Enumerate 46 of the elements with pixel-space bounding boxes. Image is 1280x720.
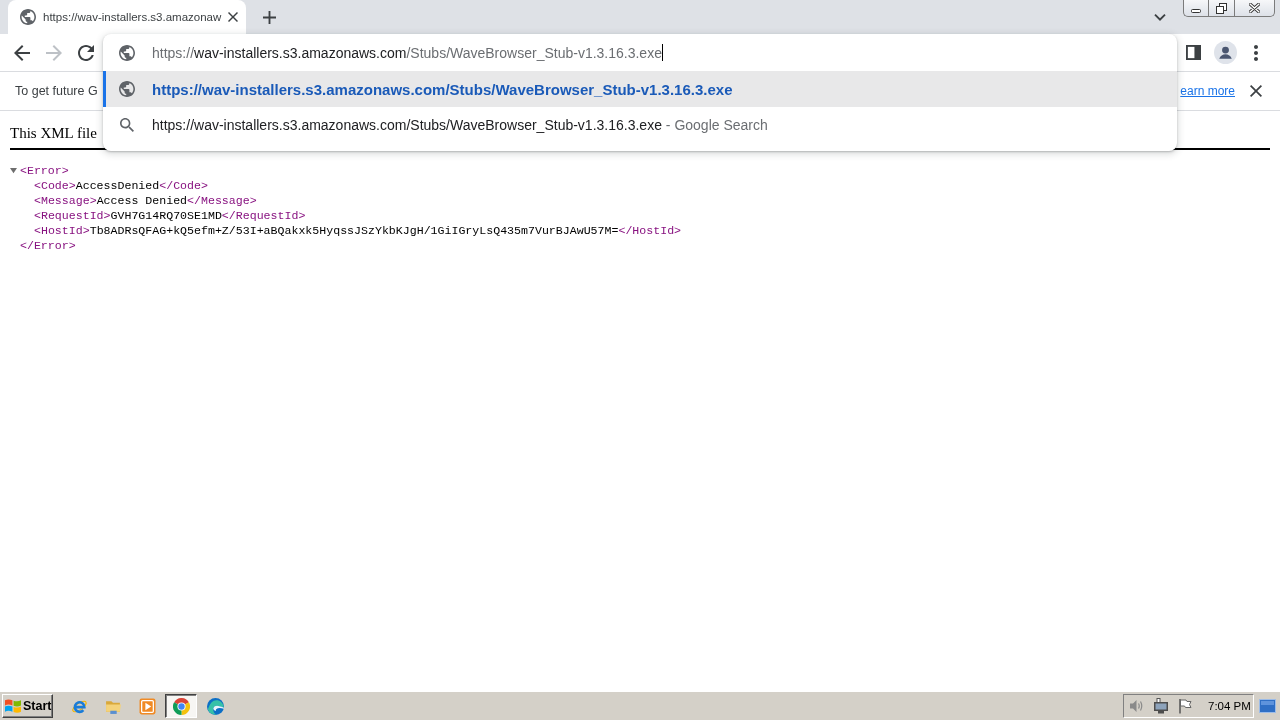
info-bar-message: To get future G [15, 84, 98, 98]
restore-icon [1216, 2, 1227, 14]
play-icon [138, 697, 156, 715]
suggestion-item[interactable]: https://wav-installers.s3.amazonaws.com/Stubs/WaveBrowser_Stub-v1.3.16.3.exe - Google Search [103, 107, 1177, 143]
clock[interactable]: 7:04 PM [1208, 700, 1251, 712]
back-arrow-icon [14, 44, 30, 61]
globe-icon [20, 9, 36, 25]
menu-icon [1254, 44, 1258, 61]
suggestion-item[interactable]: https://wav-installers.s3.amazonaws.com/Stubs/WaveBrowser_Stub-v1.3.16.3.exe [103, 71, 1177, 107]
xml-line: <Error> [20, 163, 69, 178]
xml-line: <HostId>Tb8ADRsQFAG+kQ5efm+Z/53I+aBQakxk5HyqssJSzYkbKJgH/1GiIGryLsQ435m7VurBJAwU57M=</HostId> [34, 224, 682, 237]
restore-button[interactable] [1208, 0, 1234, 17]
xml-line: </Error> [20, 239, 76, 252]
avatar-icon [1213, 41, 1237, 64]
disclosure-triangle-icon[interactable] [10, 167, 17, 174]
forward-arrow-icon [46, 44, 62, 61]
close-button[interactable] [1234, 0, 1275, 17]
chevron-down-icon[interactable] [1154, 13, 1166, 21]
text-cursor-icon [661, 44, 663, 61]
close-icon[interactable] [1250, 85, 1262, 97]
browser-tab[interactable]: https://wav-installers.s3.amazonaw [8, 0, 246, 34]
start-logo-icon [5, 698, 21, 714]
flag-icon[interactable] [1178, 698, 1192, 714]
xml-notice-text: This XML file [10, 125, 97, 141]
globe-icon [119, 81, 135, 97]
search-icon [120, 118, 134, 132]
xml-line: <RequestId>GVH7G14RQ70SE1MD</RequestId> [34, 209, 306, 222]
profile-button[interactable] [1211, 38, 1239, 67]
address-field[interactable]: https://wav-installers.s3.amazonaws.com/Stubs/WaveBrowser_Stub-v1.3.16.3.exe [103, 34, 1177, 71]
monitor-icon[interactable] [1153, 698, 1169, 714]
reload-icon [78, 44, 94, 61]
side-panel-icon [1185, 45, 1201, 60]
desktop-icon[interactable] [1259, 699, 1276, 713]
close-icon [1249, 3, 1260, 13]
xml-line: <Message>Access Denied</Message> [34, 194, 257, 207]
round-logo-icon [172, 697, 190, 715]
close-icon[interactable] [228, 12, 239, 22]
new-tab-plus-icon[interactable] [263, 10, 276, 24]
globe-icon [119, 44, 135, 61]
wave-logo-icon [206, 697, 224, 715]
xml-line: <Code>AccessDenied</Code> [34, 179, 208, 192]
minimize-button[interactable] [1183, 0, 1208, 17]
learn-more-link[interactable]: earn more [1180, 84, 1235, 98]
minimize-icon [1191, 9, 1201, 13]
taskbar-button[interactable] [165, 694, 197, 718]
start-button[interactable]: Start [2, 694, 53, 718]
